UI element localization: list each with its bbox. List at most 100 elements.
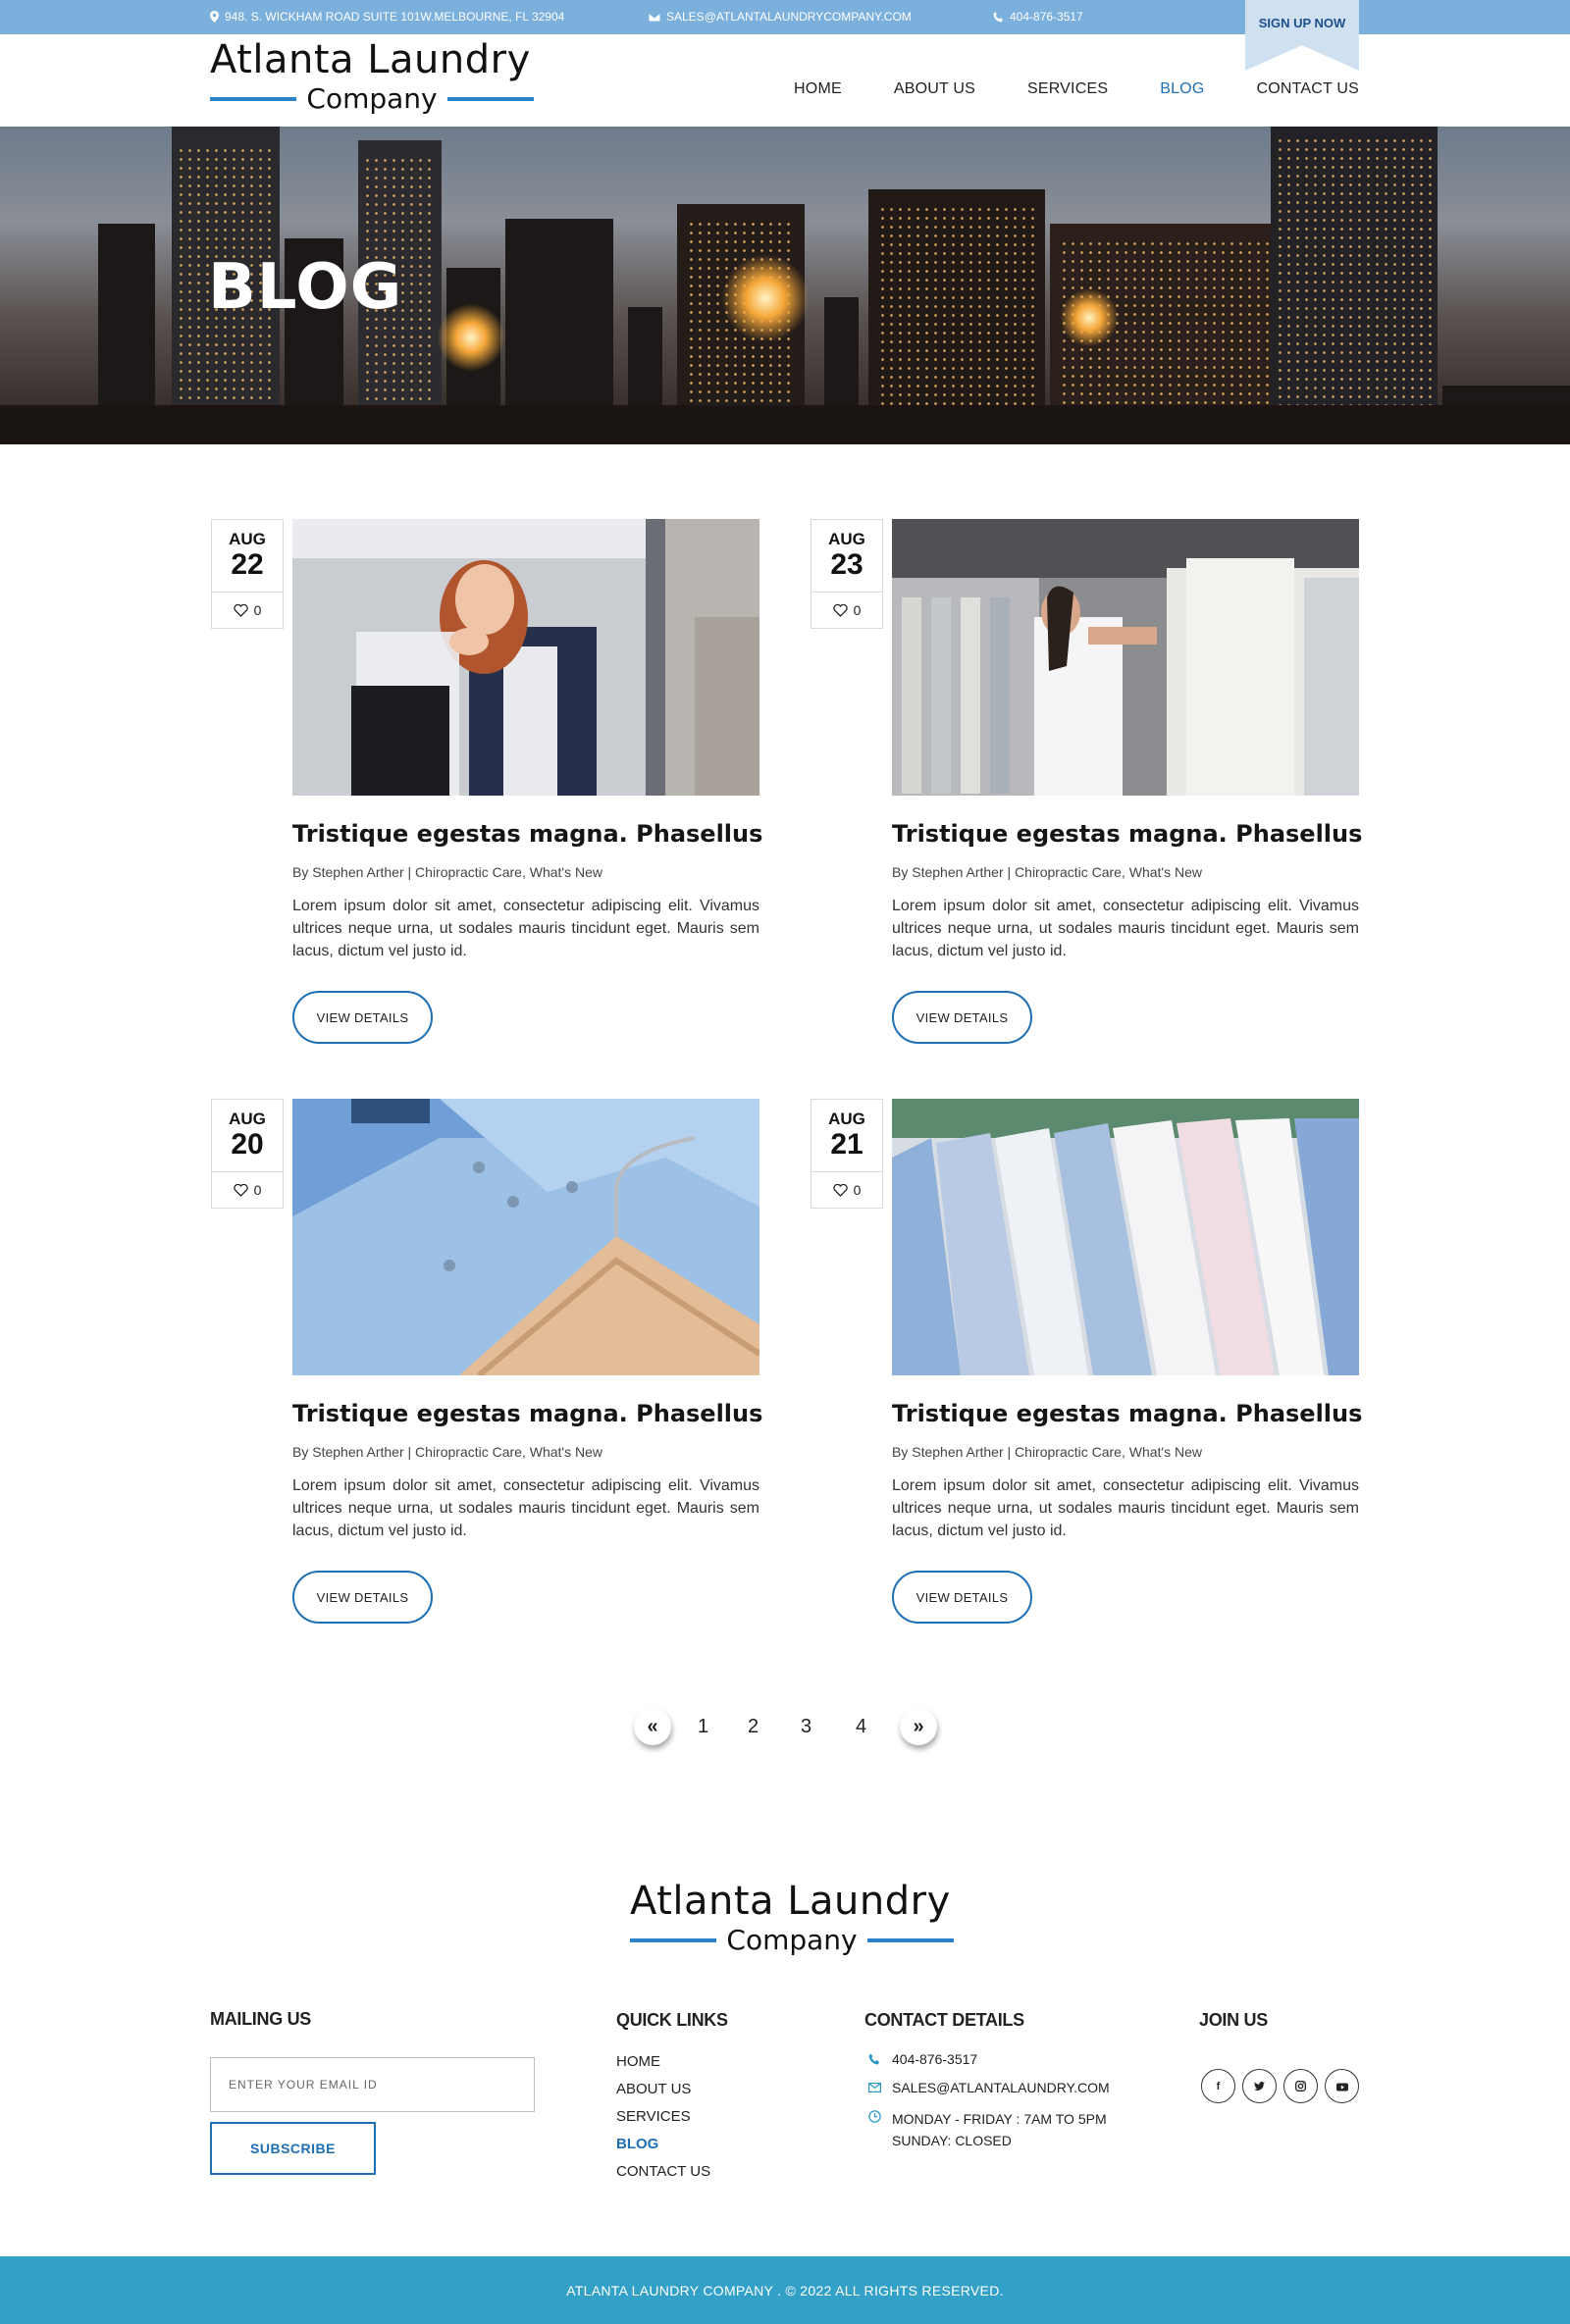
nav-about-us[interactable]: ABOUT US: [894, 80, 975, 98]
post-excerpt: Lorem ipsum dolor sit amet, consectetur …: [892, 898, 1359, 959]
nav-contact-us[interactable]: CONTACT US: [1256, 80, 1359, 98]
contact-phone-text[interactable]: 404-876-3517: [892, 2051, 977, 2067]
sign-up-label[interactable]: SIGN UP NOW: [1245, 16, 1359, 30]
youtube-icon[interactable]: [1325, 2069, 1359, 2103]
map-pin-icon: [210, 11, 219, 23]
footer-logo-accent-bar-right: [866, 1937, 954, 1942]
subscribe-button[interactable]: SUBSCRIBE: [210, 2122, 376, 2175]
contact-hours-row: MONDAY - FRIDAY : 7AM TO 5PM SUNDAY: CLO…: [866, 2108, 1110, 2151]
blue-shirt-hanger-photo: [292, 1099, 759, 1375]
phone-icon: [868, 2053, 880, 2065]
footer-logo-line2: Company: [726, 1924, 858, 1956]
contact-phone-row[interactable]: 404-876-3517: [866, 2051, 1110, 2067]
quick-link-services[interactable]: SERVICES: [616, 2108, 710, 2136]
post-meta: By Stephen Arther | Chiropractic Care, W…: [292, 1444, 602, 1460]
nav-home[interactable]: HOME: [794, 80, 842, 98]
post-month: AUG: [828, 530, 865, 548]
copyright-bar: ATLANTA LAUNDRY COMPANY . © 2022 ALL RIG…: [0, 2256, 1570, 2324]
clock-icon: [867, 2109, 881, 2123]
blog-post-card: AUG 20 0 Tristique egestas magna. Phasel…: [211, 1099, 762, 1648]
woman-at-garment-rack-photo: [892, 519, 1359, 796]
join-us-heading: JOIN US: [1199, 2010, 1268, 2030]
post-date-box: AUG 21 0: [811, 1099, 883, 1209]
shirts-on-rack-photo: [892, 1099, 1359, 1375]
page-2-link[interactable]: 2: [748, 1716, 759, 1738]
post-title[interactable]: Tristique egestas magna. Phasellus: [892, 820, 1362, 848]
pagination: « 1 2 3 4 »: [0, 1708, 1570, 1749]
address-info: 948. S. WICKHAM ROAD SUITE 101W.MELBOURN…: [210, 10, 564, 24]
email-text[interactable]: SALES@ATLANTALAUNDRYCOMPANY.COM: [666, 10, 912, 24]
contact-hours-weekday: MONDAY - FRIDAY : 7AM TO 5PM: [892, 2111, 1107, 2127]
post-excerpt: Lorem ipsum dolor sit amet, consectetur …: [292, 1477, 759, 1539]
post-month: AUG: [828, 1110, 865, 1128]
instagram-icon[interactable]: [1283, 2069, 1318, 2103]
nav-services[interactable]: SERVICES: [1027, 80, 1108, 98]
post-like-button[interactable]: 0: [811, 592, 882, 628]
footer-logo[interactable]: Atlanta Laundry Company: [630, 1879, 954, 1956]
hero-title: BLOG: [208, 251, 403, 324]
logo-line1: Atlanta Laundry: [210, 37, 531, 82]
post-meta: By Stephen Arther | Chiropractic Care, W…: [292, 864, 602, 880]
post-like-button[interactable]: 0: [212, 1171, 283, 1208]
contact-email-row[interactable]: SALES@ATLANTALAUNDRY.COM: [866, 2080, 1110, 2095]
prev-page-button[interactable]: «: [634, 1708, 671, 1745]
view-details-button[interactable]: VIEW DETAILS: [292, 1571, 433, 1624]
contact-email-text[interactable]: SALES@ATLANTALAUNDRY.COM: [892, 2080, 1110, 2095]
page-3-link[interactable]: 3: [801, 1716, 811, 1738]
logo-accent-bar-left: [210, 96, 297, 101]
post-like-button[interactable]: 0: [811, 1171, 882, 1208]
heart-icon: [832, 1183, 848, 1197]
post-like-count: 0: [853, 602, 862, 618]
phone-text[interactable]: 404-876-3517: [1010, 10, 1083, 24]
phone-info[interactable]: 404-876-3517: [993, 10, 1083, 24]
social-links: f: [1201, 2069, 1359, 2103]
view-details-button[interactable]: VIEW DETAILS: [892, 991, 1032, 1044]
post-like-button[interactable]: 0: [212, 592, 283, 628]
envelope-icon: [649, 12, 660, 22]
heart-icon: [233, 603, 248, 617]
post-date-box: AUG 22 0: [211, 519, 284, 629]
sign-up-ribbon[interactable]: SIGN UP NOW: [1245, 0, 1359, 71]
post-excerpt: Lorem ipsum dolor sit amet, consectetur …: [292, 898, 759, 959]
email-info[interactable]: SALES@ATLANTALAUNDRYCOMPANY.COM: [649, 10, 912, 24]
post-title[interactable]: Tristique egestas magna. Phasellus: [892, 1400, 1362, 1427]
post-title[interactable]: Tristique egestas magna. Phasellus: [292, 820, 762, 848]
mailing-heading: MAILING US: [210, 2009, 311, 2029]
post-title[interactable]: Tristique egestas magna. Phasellus: [292, 1400, 762, 1427]
blog-post-card: AUG 21 0 Tristique egestas magna. Phasel…: [811, 1099, 1362, 1648]
post-image[interactable]: [892, 519, 1359, 796]
quick-link-contact-us[interactable]: CONTACT US: [616, 2163, 710, 2191]
post-day: 23: [830, 548, 864, 581]
post-image[interactable]: [292, 519, 759, 796]
quick-link-home[interactable]: HOME: [616, 2053, 710, 2081]
nav-blog[interactable]: BLOG: [1160, 80, 1204, 98]
post-day: 20: [231, 1128, 264, 1161]
post-meta: By Stephen Arther | Chiropractic Care, W…: [892, 1444, 1202, 1460]
view-details-button[interactable]: VIEW DETAILS: [892, 1571, 1032, 1624]
footer-logo-line1: Atlanta Laundry: [630, 1879, 951, 1924]
post-date-box: AUG 23 0: [811, 519, 883, 629]
hero-banner: BLOG: [0, 127, 1570, 444]
next-page-button[interactable]: »: [900, 1708, 937, 1745]
email-input[interactable]: ENTER YOUR EMAIL ID: [210, 2057, 535, 2112]
blog-post-card: AUG 22 0 Tristique egestas magna. Phasel…: [211, 519, 762, 1068]
envelope-icon: [867, 2083, 881, 2092]
logo-line2-row: Company: [210, 82, 534, 115]
post-image[interactable]: [892, 1099, 1359, 1375]
post-day: 22: [231, 548, 264, 581]
view-details-button[interactable]: VIEW DETAILS: [292, 991, 433, 1044]
quick-link-about-us[interactable]: ABOUT US: [616, 2081, 710, 2108]
facebook-icon[interactable]: f: [1201, 2069, 1235, 2103]
header-logo[interactable]: Atlanta Laundry Company: [210, 37, 534, 115]
contact-heading: CONTACT DETAILS: [864, 2010, 1024, 2030]
page-4-link[interactable]: 4: [856, 1716, 866, 1738]
woman-holding-dry-cleaning-photo: [292, 519, 759, 796]
twitter-icon[interactable]: [1242, 2069, 1277, 2103]
footer-logo-accent-bar-left: [630, 1937, 717, 1942]
logo-accent-bar-right: [446, 96, 534, 101]
quick-link-blog[interactable]: BLOG: [616, 2136, 710, 2163]
page-1-link[interactable]: 1: [698, 1716, 708, 1738]
post-month: AUG: [229, 1110, 266, 1128]
post-month: AUG: [229, 530, 266, 548]
post-image[interactable]: [292, 1099, 759, 1375]
